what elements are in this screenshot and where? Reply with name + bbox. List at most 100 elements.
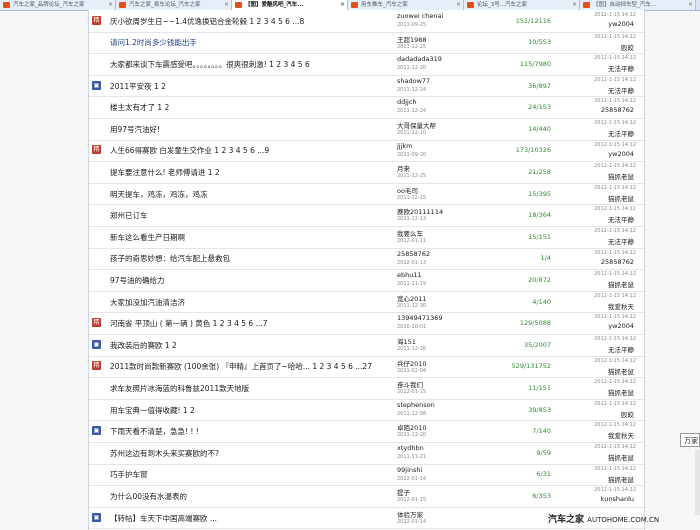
thread-title-link[interactable]: 下雨天看不清楚，急急! ! ! <box>110 426 199 437</box>
thread-author-link[interactable]: 13949471369 <box>397 314 443 322</box>
thread-author-link[interactable]: 99jinshi <box>397 466 422 474</box>
thread-row[interactable]: 孩子的奇思妙想：给汽车配上悬救包 25858762 2012-01-13 1/4 201… <box>89 248 644 271</box>
thread-title-link[interactable]: 97号油的确给力 <box>110 275 165 286</box>
last-reply-user-link[interactable]: 无法平静 <box>564 85 634 95</box>
last-reply-user-link[interactable]: 无法平静 <box>564 128 634 138</box>
search-popup[interactable]: 万家 <box>680 433 700 447</box>
vertical-scrollbar[interactable] <box>695 450 700 515</box>
thread-row[interactable]: 新车这么看生产日期啊 我要么车 2012-01-11 15/151 2012-1-15 … <box>89 226 644 249</box>
last-reply-user-link[interactable]: 我爱秋天 <box>564 301 634 311</box>
thread-title-link[interactable]: 巧手护车窗 <box>110 469 148 480</box>
thread-author-link[interactable]: 月来 <box>397 163 410 173</box>
thread-author-link[interactable]: stephenson <box>397 401 435 409</box>
thread-title-link[interactable]: 郑州已订车 <box>110 210 148 221</box>
thread-author-link[interactable]: zuowei chenai <box>397 12 443 20</box>
thread-title-link[interactable]: 楼主太有才了 1 2 <box>110 102 169 113</box>
last-reply-user-link[interactable]: yw2004 <box>564 20 634 28</box>
thread-author-link[interactable]: dadadada319 <box>397 55 442 63</box>
tab-close-icon[interactable]: × <box>340 0 345 10</box>
thread-author-link[interactable]: shadow77 <box>397 77 430 85</box>
last-reply-user-link[interactable]: 猫抓老鼠 <box>564 193 634 203</box>
thread-row[interactable]: 楼主太有才了 1 2 ddjjch 2011-12-24 24/153 2012-1-1… <box>89 96 644 119</box>
thread-row[interactable]: 用车宝典一值得收藏! 1 2 stephenson 2011-12-08 39/853… <box>89 399 644 422</box>
thread-title-link[interactable]: 孩子的奇思妙想：给汽车配上悬救包 <box>110 253 230 264</box>
last-reply-user-link[interactable]: 25858762 <box>564 106 634 114</box>
browser-tab[interactable]: 汽车之家_易车论坛_汽车之家 × <box>116 0 232 10</box>
thread-row[interactable]: 郑州已订车 赛欧20111114 2011-12-13 18/364 2012-1-15… <box>89 204 644 227</box>
thread-row[interactable]: ▣ 下雨天看不清楚，急急! ! ! 卓陌2010 2011-12-20 7/140 201… <box>89 420 644 443</box>
thread-row[interactable]: 为什么00没有水温表的 提子 2012-01-15 6/353 2012-1-15 14… <box>89 485 644 508</box>
thread-title-link[interactable]: 提车要注意什么! 老师傅请进 1 2 <box>110 167 220 178</box>
thread-title-link[interactable]: 用车宝典一值得收藏! 1 2 <box>110 405 195 416</box>
thread-row[interactable]: 97号油的确给力 ebhu11 2011-11-19 20/872 2012-1-15 … <box>89 269 644 292</box>
thread-row[interactable]: 精 2011款时尚款新赛欧 (100余张) 『申精』上首页了~哈哈... 1 2 … <box>89 356 644 379</box>
thread-author-link[interactable]: 奋斗我们 <box>397 379 423 389</box>
thread-author-link[interactable]: ddjjch <box>397 98 417 106</box>
last-reply-user-link[interactable]: 无法平静 <box>564 63 634 73</box>
thread-row[interactable]: ▣ 我改装后的赛欧 1 2 海151 2011-12-26 35/2007 2012-1-… <box>89 334 644 357</box>
last-reply-user-link[interactable]: 无法平静 <box>564 344 634 354</box>
thread-row[interactable]: 求车友照片冰海蓝的科鲁兹2011款天地版 奋斗我们 2012-01-15 11/151… <box>89 377 644 400</box>
thread-row[interactable]: 大家都来谈下车震感受吧。。。。。。。。很爽很刺激! 1 2 3 4 5 6 dad… <box>89 53 644 76</box>
thread-row[interactable]: 精河南省 平顶山 ( 第一辆 ) 黄色 1 2 3 4 5 6 ...7 1394… <box>89 312 644 335</box>
thread-author-link[interactable]: 大哥保量大帮 <box>397 120 436 130</box>
thread-author-link[interactable]: 兵仔2010 <box>397 358 427 368</box>
thread-title-link[interactable]: 我改装后的赛欧 1 2 <box>110 340 177 351</box>
browser-tab[interactable]: 汽车之家_品牌论坛_汽车之家 × <box>0 0 116 10</box>
tab-close-icon[interactable]: × <box>572 0 577 10</box>
thread-author-link[interactable]: 25858762 <box>397 250 430 258</box>
last-reply-user-link[interactable]: kunshanlu <box>564 495 634 503</box>
last-reply-user-link[interactable]: 我爱秋天 <box>564 430 634 440</box>
last-reply-user-link[interactable]: 无法平静 <box>564 214 634 224</box>
thread-title-link[interactable]: 大家都来谈下车震感受吧。。。。。。。。很爽很刺激! 1 2 3 4 5 6 <box>110 59 310 70</box>
last-reply-user-link[interactable]: 无法平静 <box>564 236 634 246</box>
thread-author-link[interactable]: 我要么车 <box>397 228 423 238</box>
thread-title-link[interactable]: 明天提车，鸡冻，鸡冻，鸡冻 <box>110 189 208 200</box>
thread-title-link[interactable]: 庆小欲周岁生日~~1.4优逸换铝合金轮毂 1 2 3 4 5 6 ...8 <box>110 16 304 27</box>
thread-row[interactable]: 明天提车，鸡冻，鸡冻，鸡冻 oo毛司 2011-12-15 15/395 2012-1-… <box>89 183 644 206</box>
thread-author-link[interactable]: jjjkm <box>397 142 413 150</box>
thread-row[interactable]: 精人生66得赛欧 白发童生交作业 1 2 3 4 5 6 ...9 jjjkm 20… <box>89 140 644 163</box>
thread-row[interactable]: 苏州这边有到木头来买赛欧的不? xtydhbn 2011-11-21 9/59 2012… <box>89 442 644 465</box>
last-reply-user-link[interactable]: 猫抓老鼠 <box>564 171 634 181</box>
tab-close-icon[interactable]: × <box>456 0 461 10</box>
last-reply-user-link[interactable]: yw2004 <box>564 150 634 158</box>
thread-title-link[interactable]: 大家加没加汽油清洁济 <box>110 297 185 308</box>
last-reply-user-link[interactable]: 25858762 <box>564 258 634 266</box>
last-reply-user-link[interactable]: 殴皎 <box>564 409 634 419</box>
thread-row[interactable]: ▣ 2011平安夜 1 2 shadow77 2011-12-24 36/897 2012… <box>89 75 644 98</box>
last-reply-user-link[interactable]: 猫抓老鼠 <box>564 452 634 462</box>
thread-row[interactable]: 精庆小欲周岁生日~~1.4优逸换铝合金轮毂 1 2 3 4 5 6 ...8 zu… <box>89 10 644 33</box>
thread-row[interactable]: 用97号汽油好! 大哥保量大帮 2011-12-10 14/440 2012-1-15 … <box>89 118 644 141</box>
thread-title-link[interactable]: 为什么00没有水温表的 <box>110 491 187 502</box>
thread-row[interactable]: 请问1.2时尚多少钱能出手 王超1988 2011-12-25 10/553 2012-… <box>89 32 644 55</box>
browser-tab[interactable]: 【图】自动挡车型_汽车... × <box>580 0 696 10</box>
browser-tab[interactable]: 【图】爱酷风吧_汽车... × <box>232 0 348 10</box>
thread-author-link[interactable]: 提子 <box>397 487 410 497</box>
tab-close-icon[interactable]: × <box>688 0 693 10</box>
thread-title-link[interactable]: 2011款时尚款新赛欧 (100余张) 『申精』上首页了~哈哈... 1 2 3… <box>110 361 372 372</box>
thread-title-link[interactable]: 苏州这边有到木头来买赛欧的不? <box>110 448 219 459</box>
tab-close-icon[interactable]: × <box>224 0 229 10</box>
thread-title-link[interactable]: 2011平安夜 1 2 <box>110 81 166 92</box>
thread-author-link[interactable]: 海151 <box>397 336 416 346</box>
thread-title-link[interactable]: 用97号汽油好! <box>110 124 160 135</box>
last-reply-user-link[interactable]: 猫抓老鼠 <box>564 474 634 484</box>
thread-author-link[interactable]: 卓陌2010 <box>397 422 427 432</box>
thread-title-link[interactable]: 【转帖】车天下中国高端赛欧 ... <box>110 513 217 524</box>
last-reply-user-link[interactable]: 猫抓老鼠 <box>564 366 634 376</box>
browser-tab[interactable]: 论坛_3号...汽车之家 × <box>464 0 580 10</box>
thread-author-link[interactable]: ebhu11 <box>397 271 422 279</box>
thread-title-link[interactable]: 请问1.2时尚多少钱能出手 <box>110 37 197 48</box>
thread-author-link[interactable]: 王超1988 <box>397 34 427 44</box>
thread-title-link[interactable]: 新车这么看生产日期啊 <box>110 232 185 243</box>
last-reply-user-link[interactable]: 猫抓老鼠 <box>564 279 634 289</box>
last-reply-user-link[interactable]: 猫抓老鼠 <box>564 387 634 397</box>
thread-title-link[interactable]: 河南省 平顶山 ( 第一辆 ) 黄色 1 2 3 4 5 6 ...7 <box>110 318 268 329</box>
thread-author-link[interactable]: 宽心2011 <box>397 293 427 303</box>
thread-row[interactable]: 巧手护车窗 99jinshi 2012-01-14 6/31 2012-1-15 14:… <box>89 464 644 487</box>
thread-title-link[interactable]: 人生66得赛欧 白发童生交作业 1 2 3 4 5 6 ...9 <box>110 145 269 156</box>
thread-title-link[interactable]: 求车友照片冰海蓝的科鲁兹2011款天地版 <box>110 383 249 394</box>
thread-author-link[interactable]: xtydhbn <box>397 444 424 452</box>
last-reply-user-link[interactable]: yw2004 <box>564 322 634 330</box>
